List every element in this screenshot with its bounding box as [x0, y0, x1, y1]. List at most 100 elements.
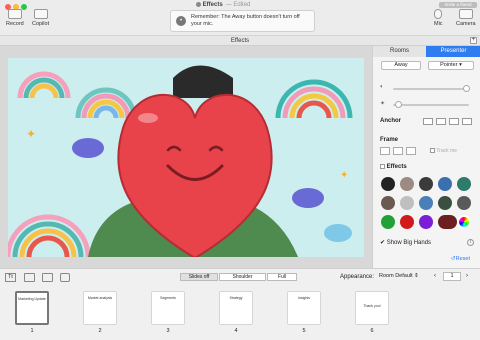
pointer-label: Pointer — [440, 62, 458, 68]
effect-swatch-9[interactable] — [438, 196, 452, 210]
slide-number-5: 5 — [302, 328, 306, 334]
appearance-select[interactable]: Room Default ⇕ — [379, 273, 425, 281]
effect-swatch-13[interactable] — [419, 215, 433, 229]
add-icon[interactable]: + — [470, 37, 477, 44]
svg-text:✦: ✦ — [340, 170, 348, 181]
effect-swatch-2[interactable] — [400, 177, 414, 191]
slide-title-1: Marketing Update — [18, 297, 46, 301]
presenter-tool-icon[interactable] — [60, 273, 70, 282]
presenter-panel: Rooms Presenter Away Pointer ▾ ◐ ✦ Ancho… — [372, 46, 480, 268]
image-tool-icon[interactable] — [24, 273, 35, 282]
full-label: Full — [277, 274, 287, 280]
slide-thumb-3[interactable]: Segments — [151, 291, 185, 325]
record-icon — [7, 9, 22, 19]
slides-off-label: Slides off — [188, 274, 210, 280]
frame-heading: Frame — [380, 137, 399, 143]
page-number[interactable]: 1 — [443, 272, 461, 281]
effect-swatch-7[interactable] — [400, 196, 414, 210]
window-title: Effects — Edited — [196, 2, 250, 8]
slide-thumb-5[interactable]: Insights — [287, 291, 321, 325]
prev-page-button[interactable]: ‹ — [434, 273, 436, 279]
background-art: ✦ ✦ ✦ — [8, 65, 353, 257]
anchor-top-right[interactable] — [462, 118, 472, 125]
slide-number-2: 2 — [98, 328, 102, 334]
slide-title-3: Segments — [160, 296, 176, 300]
slide-thumb-4[interactable]: Strategy — [219, 291, 253, 325]
slide-title-5: Insights — [297, 296, 311, 300]
opacity-slider-knob[interactable] — [463, 85, 470, 92]
anchor-bottom-right[interactable] — [436, 118, 446, 125]
anchor-heading: Anchor — [380, 118, 401, 124]
effect-swatch-10[interactable] — [457, 196, 471, 210]
effect-swatch-6[interactable] — [381, 196, 395, 210]
slide-thumb-6[interactable]: Thank you! — [355, 291, 389, 325]
camera-preview[interactable]: ✦ ✦ ✦ — [8, 58, 364, 257]
slide-number-1: 1 — [30, 328, 34, 334]
shoulder-button[interactable]: Shoulder — [219, 273, 266, 281]
full-button[interactable]: Full — [267, 273, 297, 281]
slide-title-2: Market analysis — [87, 296, 113, 300]
anchor-top-left[interactable] — [449, 118, 459, 125]
pointer-select[interactable]: Pointer ▾ — [428, 61, 474, 70]
size-slider-knob[interactable] — [395, 101, 402, 108]
notification-text: Remember: The Away button doesn't turn o… — [191, 14, 300, 27]
info-icon[interactable]: i — [467, 239, 474, 246]
tab-presenter[interactable]: Presenter — [426, 46, 480, 57]
screen-share-icon[interactable] — [42, 273, 53, 282]
show-big-hands-toggle[interactable]: ✔ Show Big Hands — [380, 239, 431, 246]
invite-button[interactable]: Invite a friend — [439, 2, 477, 8]
frame-option-3[interactable] — [406, 147, 416, 155]
effect-swatch-11[interactable] — [381, 215, 395, 229]
mic-label: Mic — [434, 21, 443, 27]
slide-number-3: 3 — [166, 328, 170, 334]
effect-swatch-5[interactable] — [457, 177, 471, 191]
camera-button[interactable]: Camera — [456, 9, 476, 27]
mic-icon — [434, 9, 443, 19]
shoulder-label: Shoulder — [232, 274, 253, 280]
copilot-label: Copilot — [32, 21, 50, 27]
tab-rooms[interactable]: Rooms — [373, 46, 426, 57]
effects-checkbox[interactable] — [380, 164, 385, 169]
track-me-checkbox[interactable] — [430, 148, 435, 154]
effect-swatch-1[interactable] — [381, 177, 395, 191]
text-tool-icon[interactable]: Tt — [5, 273, 16, 282]
appearance-value: Room Default — [379, 273, 413, 279]
reset-button[interactable]: ↺Reset — [451, 256, 470, 262]
away-button[interactable]: Away — [381, 61, 421, 70]
mic-button[interactable]: Mic — [434, 9, 443, 27]
effect-swatch-4[interactable] — [438, 177, 452, 191]
slide-thumb-2[interactable]: Market analysis — [83, 291, 117, 325]
away-label: Away — [394, 62, 408, 68]
camera-label: Camera — [456, 21, 476, 27]
anchor-bottom-left[interactable] — [423, 118, 433, 125]
track-me-toggle[interactable]: Track me — [430, 148, 457, 154]
slide-thumb-1[interactable]: Marketing Update — [15, 291, 49, 325]
window-title-text: Effects — [202, 2, 223, 9]
next-page-button[interactable]: › — [466, 273, 468, 279]
window-subtitle: — Edited — [225, 2, 251, 9]
effect-swatch-8[interactable] — [419, 196, 433, 210]
appearance-label: Appearance: — [340, 274, 375, 280]
frame-option-2[interactable] — [393, 147, 403, 155]
slide-title-4: Strategy — [229, 296, 243, 300]
anchor-options — [423, 118, 477, 125]
record-button[interactable]: Record — [6, 9, 24, 27]
opacity-slider[interactable] — [393, 85, 470, 92]
slide-title-6: Thank you! — [363, 304, 381, 308]
frame-option-1[interactable] — [380, 147, 390, 155]
effects-heading: Effects — [386, 164, 407, 171]
effect-swatch-12[interactable] — [400, 215, 414, 229]
opacity-icon: ◐ — [380, 84, 384, 90]
reset-label: Reset — [455, 256, 470, 262]
camera-icon — [458, 9, 473, 19]
color-picker-icon[interactable] — [457, 215, 471, 229]
show-big-hands-label: Show Big Hands — [386, 240, 432, 246]
size-slider[interactable] — [393, 101, 469, 108]
main-area: ✦ ✦ ✦ — [0, 46, 372, 268]
effect-swatch-14[interactable] — [438, 215, 457, 229]
slides-off-button[interactable]: Slides off — [180, 273, 218, 281]
effect-swatch-3[interactable] — [419, 177, 433, 191]
copilot-button[interactable]: Copilot — [32, 9, 49, 27]
effects-toggle[interactable]: Effects — [380, 164, 407, 170]
track-me-label: Track me — [436, 148, 457, 154]
